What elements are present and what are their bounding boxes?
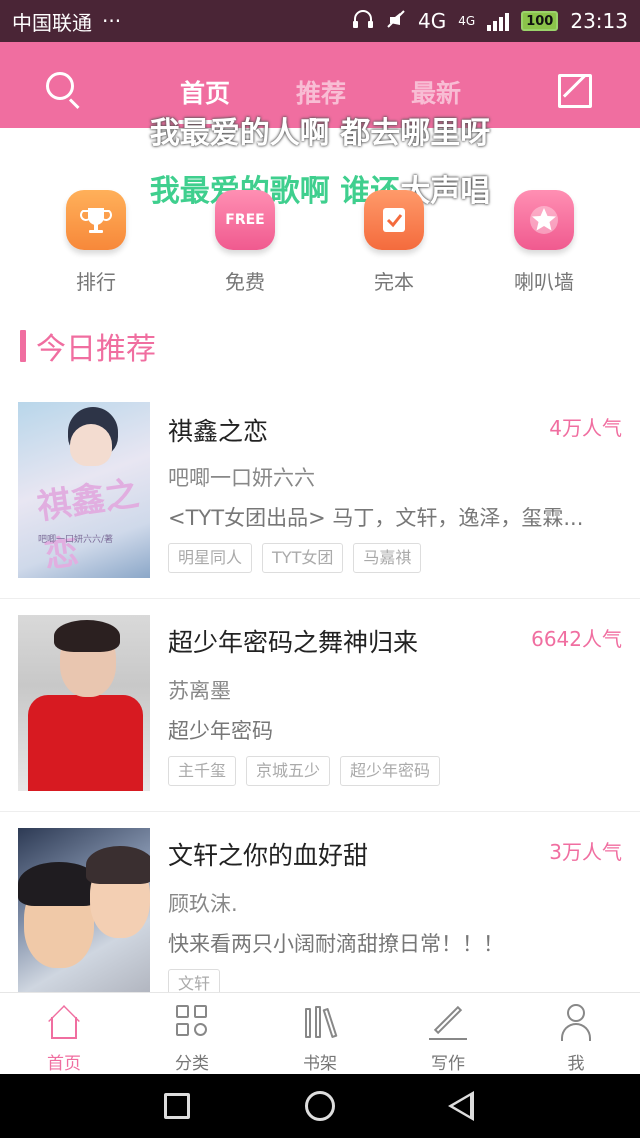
book-author: 顾玖沫.	[168, 892, 238, 916]
notification-dots: ···	[102, 9, 122, 33]
headphones-icon	[352, 9, 374, 34]
nav-item-home[interactable]: 首页	[0, 993, 128, 1074]
nav-label: 首页	[47, 1054, 81, 1074]
system-nav-bar	[0, 1074, 640, 1138]
star-icon	[514, 190, 574, 250]
quick-item-label: 排行	[76, 270, 116, 294]
recent-apps-icon[interactable]	[164, 1093, 190, 1119]
nav-item-write[interactable]: 写作	[384, 993, 512, 1074]
battery-icon: 100	[521, 11, 559, 31]
check-book-icon	[364, 190, 424, 250]
book-popularity: 4万人气	[549, 416, 622, 440]
book-author: 吧唧一口妍六六	[168, 466, 315, 490]
network-4g-label: 4G	[418, 9, 447, 33]
carrier-label: 中国联通	[12, 10, 92, 35]
quick-item-ranking[interactable]: 排行	[36, 190, 156, 295]
status-bar: 中国联通 ··· 4G 4G 100 23:13	[0, 0, 640, 42]
book-description: 超少年密码	[168, 719, 273, 743]
book-tags: 明星同人 TYT女团 马嘉祺	[168, 543, 422, 573]
quick-item-label: 免费	[225, 270, 265, 294]
book-author: 苏离墨	[168, 679, 231, 703]
edit-icon[interactable]	[558, 74, 592, 108]
category-icon	[173, 1003, 211, 1041]
bottom-nav: 首页 分类 书架 写作 我	[0, 992, 640, 1074]
book-cover[interactable]	[18, 828, 150, 992]
book-popularity: 3万人气	[549, 840, 622, 864]
book-tag[interactable]: 明星同人	[168, 543, 253, 573]
book-tag[interactable]: 马嘉祺	[353, 543, 422, 573]
nav-label: 我	[567, 1054, 585, 1074]
signal-icon	[487, 11, 510, 31]
home-button-icon[interactable]	[305, 1091, 335, 1121]
book-description: 快来看两只小阔耐滴甜撩日常！！！	[168, 932, 504, 956]
book-cover[interactable]: 祺鑫之恋 吧唧一口妍六六/著	[18, 402, 150, 578]
quick-menu: 排行 FREE 免费 完本 喇叭墙	[0, 190, 640, 300]
book-title[interactable]: 祺鑫之恋	[168, 412, 268, 448]
quick-item-free[interactable]: FREE 免费	[185, 190, 305, 295]
book-popularity: 6642人气	[531, 627, 622, 651]
section-title: 今日推荐	[20, 328, 156, 367]
quick-item-label: 喇叭墙	[514, 270, 574, 294]
book-tag[interactable]: TYT女团	[262, 543, 344, 573]
nav-item-profile[interactable]: 我	[512, 993, 640, 1074]
cover-title: 祺鑫之恋	[34, 473, 142, 577]
book-item[interactable]: 超少年密码之舞神归来 6642人气 苏离墨 超少年密码 主千玺 京城五少 超少年…	[0, 599, 640, 812]
book-description: <TYT女团出品> 马丁，文轩，逸泽，玺霖...	[168, 506, 584, 530]
book-title[interactable]: 超少年密码之舞神归来	[168, 623, 418, 659]
mute-icon	[386, 9, 406, 34]
lyric-line-1: 我最爱的人啊 都去哪里呀	[149, 116, 491, 151]
cover-author: 吧唧一口妍六六/著	[38, 535, 114, 545]
book-tag[interactable]: 京城五少	[246, 756, 331, 786]
free-icon: FREE	[215, 190, 275, 250]
status-time: 23:13	[570, 9, 628, 33]
nav-label: 写作	[431, 1054, 465, 1074]
trophy-icon	[66, 190, 126, 250]
nav-label: 分类	[175, 1054, 209, 1074]
quick-item-speaker-wall[interactable]: 喇叭墙	[484, 190, 604, 295]
book-title[interactable]: 文轩之你的血好甜	[168, 836, 368, 872]
profile-icon	[557, 1003, 595, 1041]
book-tag[interactable]: 超少年密码	[340, 756, 441, 786]
bookshelf-icon	[301, 1003, 339, 1041]
book-cover[interactable]	[18, 615, 150, 791]
book-item[interactable]: 文轩之你的血好甜 3万人气 顾玖沫. 快来看两只小阔耐滴甜撩日常！！！ 文轩	[0, 812, 640, 999]
back-icon[interactable]	[448, 1091, 474, 1121]
nav-item-category[interactable]: 分类	[128, 993, 256, 1074]
book-tag[interactable]: 主千玺	[168, 756, 237, 786]
network-4g-small-label: 4G	[458, 14, 476, 28]
book-item[interactable]: 祺鑫之恋 吧唧一口妍六六/著 祺鑫之恋 4万人气 吧唧一口妍六六 <TYT女团出…	[0, 402, 640, 599]
quick-item-label: 完本	[374, 270, 414, 294]
home-icon	[45, 1003, 83, 1041]
section-title-bar	[20, 330, 26, 362]
nav-label: 书架	[303, 1054, 337, 1074]
nav-item-bookshelf[interactable]: 书架	[256, 993, 384, 1074]
quick-item-completed[interactable]: 完本	[334, 190, 454, 295]
book-tags: 主千玺 京城五少 超少年密码	[168, 756, 441, 786]
section-title-text: 今日推荐	[36, 332, 156, 367]
write-icon	[429, 1003, 467, 1041]
